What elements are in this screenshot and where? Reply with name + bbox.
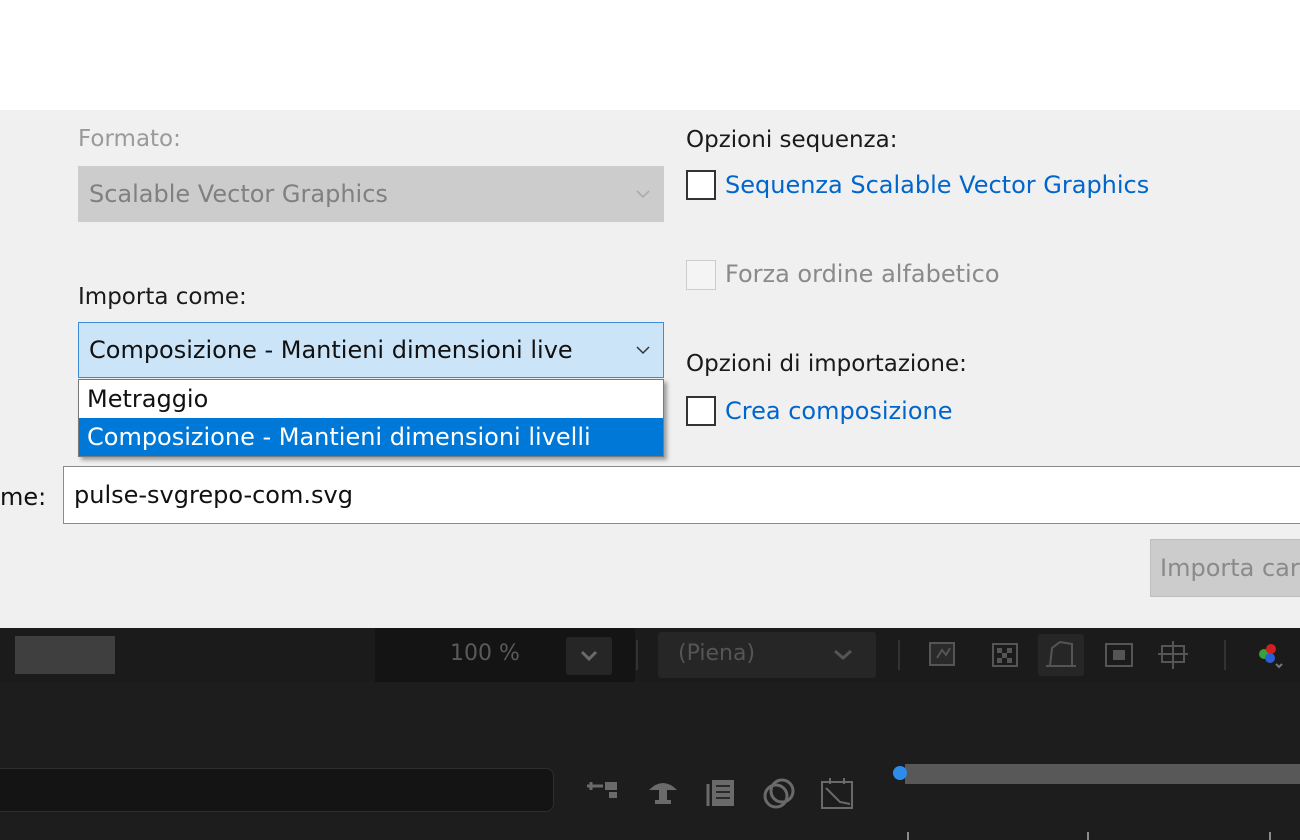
import-as-select[interactable]: Composizione - Mantieni dimensioni live <box>78 322 664 378</box>
sequence-options-label: Opzioni sequenza: <box>686 127 898 153</box>
snapshot-icon[interactable] <box>928 640 958 670</box>
timeline-panel <box>0 682 1300 840</box>
chevron-down-icon <box>580 650 598 662</box>
import-as-label: Importa come: <box>78 284 247 310</box>
zoom-dropdown-button[interactable] <box>566 637 612 675</box>
dropdown-option-footage[interactable]: Metraggio <box>79 380 663 418</box>
desktop-background <box>0 0 1300 110</box>
alphabetical-order-label: Forza ordine alfabetico <box>725 260 1000 288</box>
sequence-checkbox-label[interactable]: Sequenza Scalable Vector Graphics <box>725 173 1149 197</box>
viewer-toolbar: 100 % (Piena) <box>0 628 1300 682</box>
import-folder-button[interactable]: Importa car <box>1150 539 1300 597</box>
zoom-level: 100 % <box>450 641 520 666</box>
motion-blur-icon[interactable] <box>762 776 798 812</box>
alphabetical-order-checkbox <box>686 260 716 290</box>
color-channels-icon[interactable] <box>1254 640 1284 670</box>
guides-icon[interactable] <box>1158 640 1188 670</box>
format-select-value: Scalable Vector Graphics <box>89 180 388 208</box>
create-composition-label[interactable]: Crea composizione <box>725 399 952 423</box>
filename-label: me: <box>0 483 47 511</box>
mask-path-button[interactable] <box>1038 634 1084 676</box>
format-select: Scalable Vector Graphics <box>78 166 664 222</box>
time-navigator-bar[interactable] <box>905 764 1300 784</box>
toolbar-separator <box>898 640 900 670</box>
import-as-dropdown-list: Metraggio Composizione - Mantieni dimens… <box>78 379 664 457</box>
flowchart-icon[interactable] <box>585 776 621 812</box>
graph-editor-icon[interactable] <box>820 776 856 812</box>
chevron-down-icon <box>635 188 651 200</box>
mask-path-icon <box>1046 640 1076 667</box>
toolbar-separator <box>636 640 638 670</box>
layer-search-field[interactable] <box>0 768 554 812</box>
format-label: Formato: <box>78 126 181 152</box>
shy-layers-icon[interactable] <box>645 776 681 812</box>
create-composition-checkbox[interactable] <box>686 396 716 426</box>
filename-value: pulse-svgrepo-com.svg <box>74 481 353 509</box>
import-folder-button-label: Importa car <box>1160 554 1300 582</box>
time-ruler-tick <box>1087 832 1089 840</box>
dropdown-option-composition-retain-layer-sizes[interactable]: Composizione - Mantieni dimensioni livel… <box>79 418 663 456</box>
toolbar-separator <box>1224 640 1226 670</box>
import-options-label: Opzioni di importazione: <box>686 351 967 377</box>
time-ruler-tick <box>1269 832 1271 840</box>
sequence-checkbox[interactable] <box>686 170 716 200</box>
preview-thumbnail <box>15 636 115 674</box>
time-ruler-tick <box>907 832 909 840</box>
frame-blending-icon[interactable] <box>704 776 740 812</box>
time-ruler <box>905 832 1300 840</box>
resolution-value: (Piena) <box>678 641 756 666</box>
import-as-select-value: Composizione - Mantieni dimensioni live <box>89 336 573 364</box>
filename-input[interactable]: pulse-svgrepo-com.svg <box>63 466 1300 524</box>
chevron-down-icon[interactable] <box>635 344 651 356</box>
time-navigator-start-handle[interactable] <box>893 766 907 780</box>
transparency-grid-icon[interactable] <box>990 640 1020 670</box>
region-of-interest-icon[interactable] <box>1104 640 1134 670</box>
